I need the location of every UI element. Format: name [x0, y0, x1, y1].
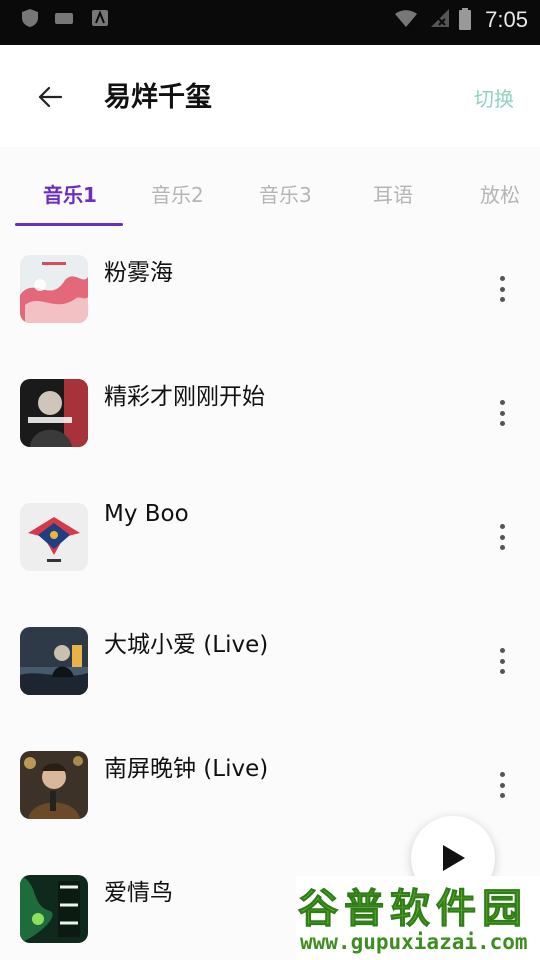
album-cover [20, 751, 88, 819]
song-row[interactable]: 精彩才刚刚开始 [0, 351, 540, 475]
play-icon [443, 845, 465, 871]
tab-relax[interactable]: 放松 [480, 179, 520, 208]
album-cover [20, 627, 88, 695]
watermark-text: 谷普软件园 [298, 886, 528, 933]
signal-off-icon [431, 9, 449, 27]
watermark-url: www.gupuxiazai.com [300, 930, 528, 954]
status-bar: 7:05 [0, 0, 540, 45]
tab-music-2[interactable]: 音乐2 [151, 179, 204, 208]
back-button[interactable] [30, 77, 70, 117]
active-tab-indicator [15, 223, 123, 226]
keyboard-icon [55, 13, 73, 24]
tab-music-1[interactable]: 音乐1 [43, 179, 97, 208]
song-title: 精彩才刚刚开始 [104, 384, 265, 410]
wifi-icon [395, 10, 417, 27]
song-title: 南屏晚钟 (Live) [104, 756, 269, 782]
song-title: My Boo [104, 501, 189, 527]
watermark: 谷普软件园 www.gupuxiazai.com [296, 876, 540, 960]
status-time: 7:05 [485, 7, 528, 32]
song-title: 粉雾海 [104, 260, 173, 286]
header: 易烊千玺 切换 [0, 45, 540, 147]
battery-icon [459, 8, 471, 30]
page-title: 易烊千玺 [104, 82, 212, 113]
album-cover [20, 503, 88, 571]
song-row[interactable]: My Boo [0, 475, 540, 599]
tab-whisper[interactable]: 耳语 [373, 179, 413, 208]
album-cover [20, 379, 88, 447]
more-options-button[interactable] [492, 396, 512, 430]
switch-button[interactable]: 切换 [474, 83, 514, 112]
more-options-button[interactable] [492, 272, 512, 306]
arrow-left-icon [38, 86, 63, 108]
tab-music-3[interactable]: 音乐3 [259, 179, 312, 208]
more-options-button[interactable] [492, 520, 512, 554]
album-cover [20, 875, 88, 943]
song-row[interactable]: 大城小爱 (Live) [0, 599, 540, 723]
album-cover [20, 255, 88, 323]
more-options-button[interactable] [492, 644, 512, 678]
tab-bar: 音乐1 音乐2 音乐3 耳语 放松 [0, 147, 540, 227]
app-icon [92, 10, 108, 26]
song-title: 爱情鸟 [104, 880, 173, 906]
song-row[interactable]: 粉雾海 [0, 227, 540, 351]
song-title: 大城小爱 (Live) [104, 632, 269, 658]
shield-icon [22, 9, 38, 27]
more-options-button[interactable] [492, 768, 512, 802]
